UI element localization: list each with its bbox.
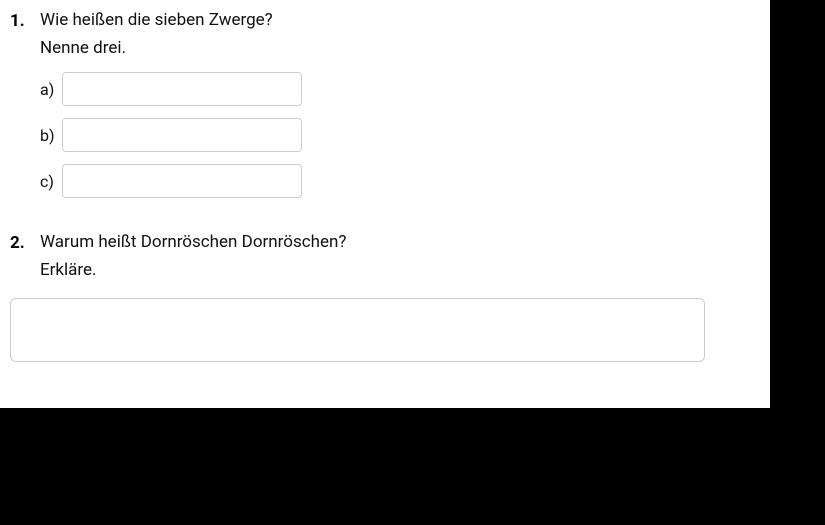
answer-row-a: a) xyxy=(40,72,750,106)
answer-row-b: b) xyxy=(40,118,750,152)
question-2: 2. Warum heißt Dornröschen Dornröschen? … xyxy=(10,232,750,366)
question-title: Wie heißen die sieben Zwerge? xyxy=(40,10,750,30)
answer-label: c) xyxy=(40,172,62,191)
answer-label: b) xyxy=(40,126,62,145)
answer-label: a) xyxy=(40,80,62,99)
question-content: Warum heißt Dornröschen Dornröschen? Erk… xyxy=(40,232,750,366)
question-instruction: Nenne drei. xyxy=(40,38,750,58)
question-number: 1. xyxy=(10,10,40,31)
answer-input-b[interactable] xyxy=(62,118,302,152)
question-number: 2. xyxy=(10,232,40,253)
answer-input-a[interactable] xyxy=(62,72,302,106)
answer-row-c: c) xyxy=(40,164,750,198)
question-content: Wie heißen die sieben Zwerge? Nenne drei… xyxy=(40,10,750,210)
worksheet-page: 1. Wie heißen die sieben Zwerge? Nenne d… xyxy=(0,0,770,408)
question-title: Warum heißt Dornröschen Dornröschen? xyxy=(40,232,750,252)
question-instruction: Erkläre. xyxy=(40,260,750,280)
answer-input-c[interactable] xyxy=(62,164,302,198)
question-1: 1. Wie heißen die sieben Zwerge? Nenne d… xyxy=(10,10,750,210)
answer-textarea[interactable] xyxy=(10,298,705,362)
